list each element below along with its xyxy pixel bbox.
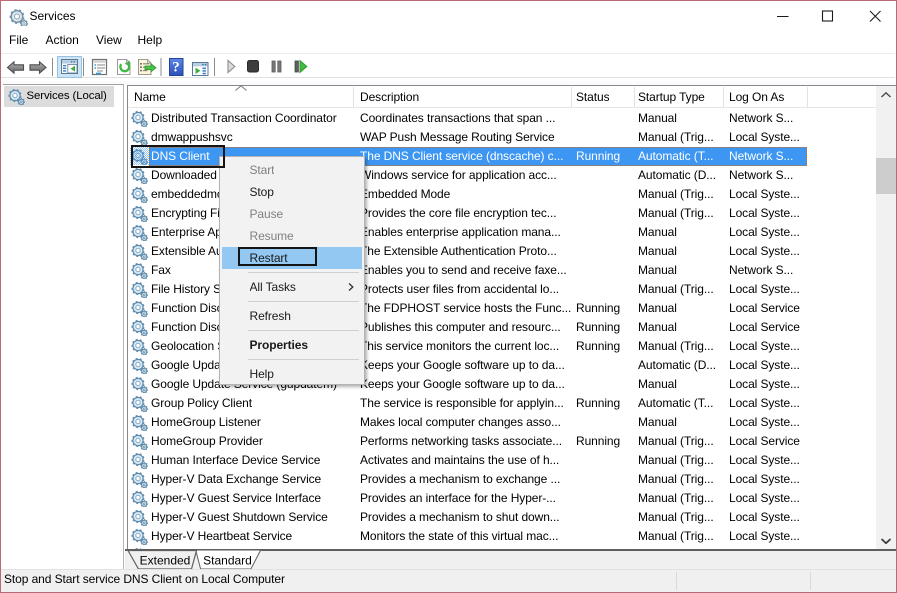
svg-text:Extended: Extended [140, 554, 191, 568]
svg-text:?: ? [172, 60, 180, 76]
svg-text:Standard: Standard [203, 554, 252, 568]
